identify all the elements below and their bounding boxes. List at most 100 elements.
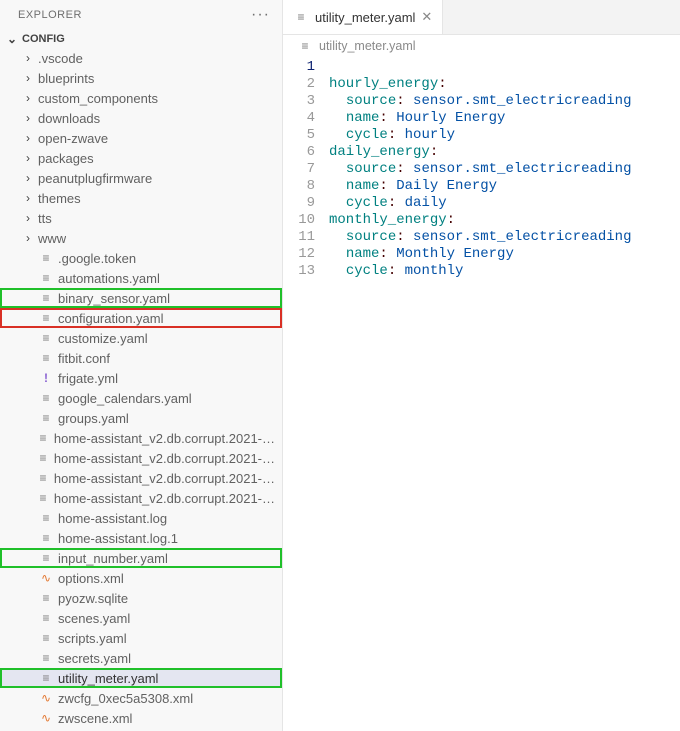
- file-label: frigate.yml: [58, 371, 118, 386]
- yaml-file-icon: ≡: [38, 651, 54, 665]
- close-tab-icon[interactable]: ✕: [421, 9, 432, 25]
- chevron-right-icon: ›: [22, 191, 34, 205]
- file-secrets-yaml[interactable]: ›≡secrets.yaml: [0, 648, 282, 668]
- breadcrumb[interactable]: ≡ utility_meter.yaml: [283, 35, 680, 57]
- chevron-right-icon: ›: [22, 171, 34, 185]
- folder-open-zwave[interactable]: ›open-zwave: [0, 128, 282, 148]
- excl-file-icon: !: [38, 371, 54, 385]
- yaml-file-icon: ≡: [36, 471, 50, 485]
- file-scripts-yaml[interactable]: ›≡scripts.yaml: [0, 628, 282, 648]
- file-label: zwcfg_0xec5a5308.xml: [58, 691, 193, 706]
- code-line: [329, 59, 680, 76]
- code-line: name: Daily Energy: [329, 178, 680, 195]
- explorer-header: EXPLORER ···: [0, 0, 282, 30]
- file-frigate-yml[interactable]: ›!frigate.yml: [0, 368, 282, 388]
- file-customize-yaml[interactable]: ›≡customize.yaml: [0, 328, 282, 348]
- more-actions-icon[interactable]: ···: [251, 6, 270, 24]
- line-number: 2: [283, 76, 315, 93]
- chevron-right-icon: ›: [22, 71, 34, 85]
- yaml-file-icon: ≡: [293, 10, 309, 24]
- code-line: name: Monthly Energy: [329, 246, 680, 263]
- file-home-assistant-v2-db-corrupt-2021-07-21t1---[interactable]: ›≡home-assistant_v2.db.corrupt.2021-07-2…: [0, 468, 282, 488]
- explorer-sidebar: EXPLORER ··· ⌄ CONFIG ›.vscode›blueprint…: [0, 0, 283, 731]
- folder-label: www: [38, 231, 66, 246]
- file--google-token[interactable]: ›≡.google.token: [0, 248, 282, 268]
- chevron-right-icon: ›: [22, 151, 34, 165]
- file-binary-sensor-yaml[interactable]: ›≡binary_sensor.yaml: [0, 288, 282, 308]
- file-label: home-assistant.log.1: [58, 531, 178, 546]
- file-home-assistant-log-1[interactable]: ›≡home-assistant.log.1: [0, 528, 282, 548]
- file-zwscene-xml[interactable]: ›∿zwscene.xml: [0, 708, 282, 728]
- code-line: source: sensor.smt_electricreading: [329, 229, 680, 246]
- yaml-file-icon: ≡: [38, 411, 54, 425]
- explorer-title: EXPLORER: [18, 9, 82, 21]
- line-number: 4: [283, 110, 315, 127]
- line-number: 10: [283, 212, 315, 229]
- yaml-file-icon: ≡: [38, 631, 54, 645]
- file-google-calendars-yaml[interactable]: ›≡google_calendars.yaml: [0, 388, 282, 408]
- xml-file-icon: ∿: [38, 711, 54, 725]
- file-configuration-yaml[interactable]: ›≡configuration.yaml: [0, 308, 282, 328]
- file-pyozw-sqlite[interactable]: ›≡pyozw.sqlite: [0, 588, 282, 608]
- folder-blueprints[interactable]: ›blueprints: [0, 68, 282, 88]
- folder-label: themes: [38, 191, 81, 206]
- editor-tabs: ≡ utility_meter.yaml ✕: [283, 0, 680, 35]
- yaml-file-icon: ≡: [38, 331, 54, 345]
- file-label: home-assistant.log: [58, 511, 167, 526]
- file-tree: ›.vscode›blueprints›custom_components›do…: [0, 48, 282, 731]
- yaml-file-icon: ≡: [38, 351, 54, 365]
- file-label: utility_meter.yaml: [58, 671, 158, 686]
- yaml-file-icon: ≡: [38, 671, 54, 685]
- file-label: options.xml: [58, 571, 124, 586]
- file-utility-meter-yaml[interactable]: ›≡utility_meter.yaml: [0, 668, 282, 688]
- file-label: zwscene.xml: [58, 711, 132, 726]
- code-editor[interactable]: 12345678910111213 hourly_energy: source:…: [283, 57, 680, 280]
- code-line: daily_energy:: [329, 144, 680, 161]
- file-scenes-yaml[interactable]: ›≡scenes.yaml: [0, 608, 282, 628]
- file-home-assistant-v2-db-corrupt-2021-07-10t0---[interactable]: ›≡home-assistant_v2.db.corrupt.2021-07-1…: [0, 448, 282, 468]
- file-label: groups.yaml: [58, 411, 129, 426]
- file-fitbit-conf[interactable]: ›≡fitbit.conf: [0, 348, 282, 368]
- yaml-file-icon: ≡: [38, 591, 54, 605]
- file-label: fitbit.conf: [58, 351, 110, 366]
- file-home-assistant-v2-db-corrupt-2021-08-18t0---[interactable]: ›≡home-assistant_v2.db.corrupt.2021-08-1…: [0, 488, 282, 508]
- folder-custom-components[interactable]: ›custom_components: [0, 88, 282, 108]
- folder-themes[interactable]: › themes: [0, 188, 282, 208]
- file-automations-yaml[interactable]: ›≡automations.yaml: [0, 268, 282, 288]
- folder-label: packages: [38, 151, 94, 166]
- yaml-file-icon: ≡: [38, 291, 54, 305]
- folder-label: downloads: [38, 111, 100, 126]
- yaml-file-icon: ≡: [36, 491, 50, 505]
- code-line: cycle: daily: [329, 195, 680, 212]
- folder-peanutplugfirmware[interactable]: ›peanutplugfirmware: [0, 168, 282, 188]
- file-input-number-yaml[interactable]: ›≡input_number.yaml: [0, 548, 282, 568]
- folder-downloads[interactable]: ›downloads: [0, 108, 282, 128]
- file-home-assistant-v2-db-corrupt-2021-05-06t0---[interactable]: ›≡home-assistant_v2.db.corrupt.2021-05-0…: [0, 428, 282, 448]
- folder-packages[interactable]: › packages: [0, 148, 282, 168]
- file-label: google_calendars.yaml: [58, 391, 192, 406]
- file-label: scenes.yaml: [58, 611, 130, 626]
- file-label: home-assistant_v2.db.corrupt.2021-07-10T…: [54, 451, 282, 466]
- chevron-right-icon: ›: [22, 231, 34, 245]
- folder-www[interactable]: › www: [0, 228, 282, 248]
- file-label: home-assistant_v2.db.corrupt.2021-08-18T…: [54, 491, 282, 506]
- yaml-file-icon: ≡: [38, 551, 54, 565]
- file-home-assistant-log[interactable]: ›≡home-assistant.log: [0, 508, 282, 528]
- yaml-file-icon: ≡: [38, 611, 54, 625]
- folder-tts[interactable]: ›tts: [0, 208, 282, 228]
- file-groups-yaml[interactable]: ›≡groups.yaml: [0, 408, 282, 428]
- code-line: monthly_energy:: [329, 212, 680, 229]
- yaml-file-icon: ≡: [297, 39, 313, 53]
- folder--vscode[interactable]: ›.vscode: [0, 48, 282, 68]
- file-label: input_number.yaml: [58, 551, 168, 566]
- file-options-xml[interactable]: ›∿options.xml: [0, 568, 282, 588]
- chevron-right-icon: ›: [22, 211, 34, 225]
- file-zwcfg-0xec5a5308-xml[interactable]: ›∿zwcfg_0xec5a5308.xml: [0, 688, 282, 708]
- line-gutter: 12345678910111213: [283, 59, 329, 280]
- section-header-config[interactable]: ⌄ CONFIG: [0, 30, 282, 48]
- file-label: binary_sensor.yaml: [58, 291, 170, 306]
- yaml-file-icon: ≡: [38, 391, 54, 405]
- tab-utility-meter[interactable]: ≡ utility_meter.yaml ✕: [283, 0, 443, 34]
- chevron-right-icon: ›: [22, 51, 34, 65]
- yaml-file-icon: ≡: [38, 531, 54, 545]
